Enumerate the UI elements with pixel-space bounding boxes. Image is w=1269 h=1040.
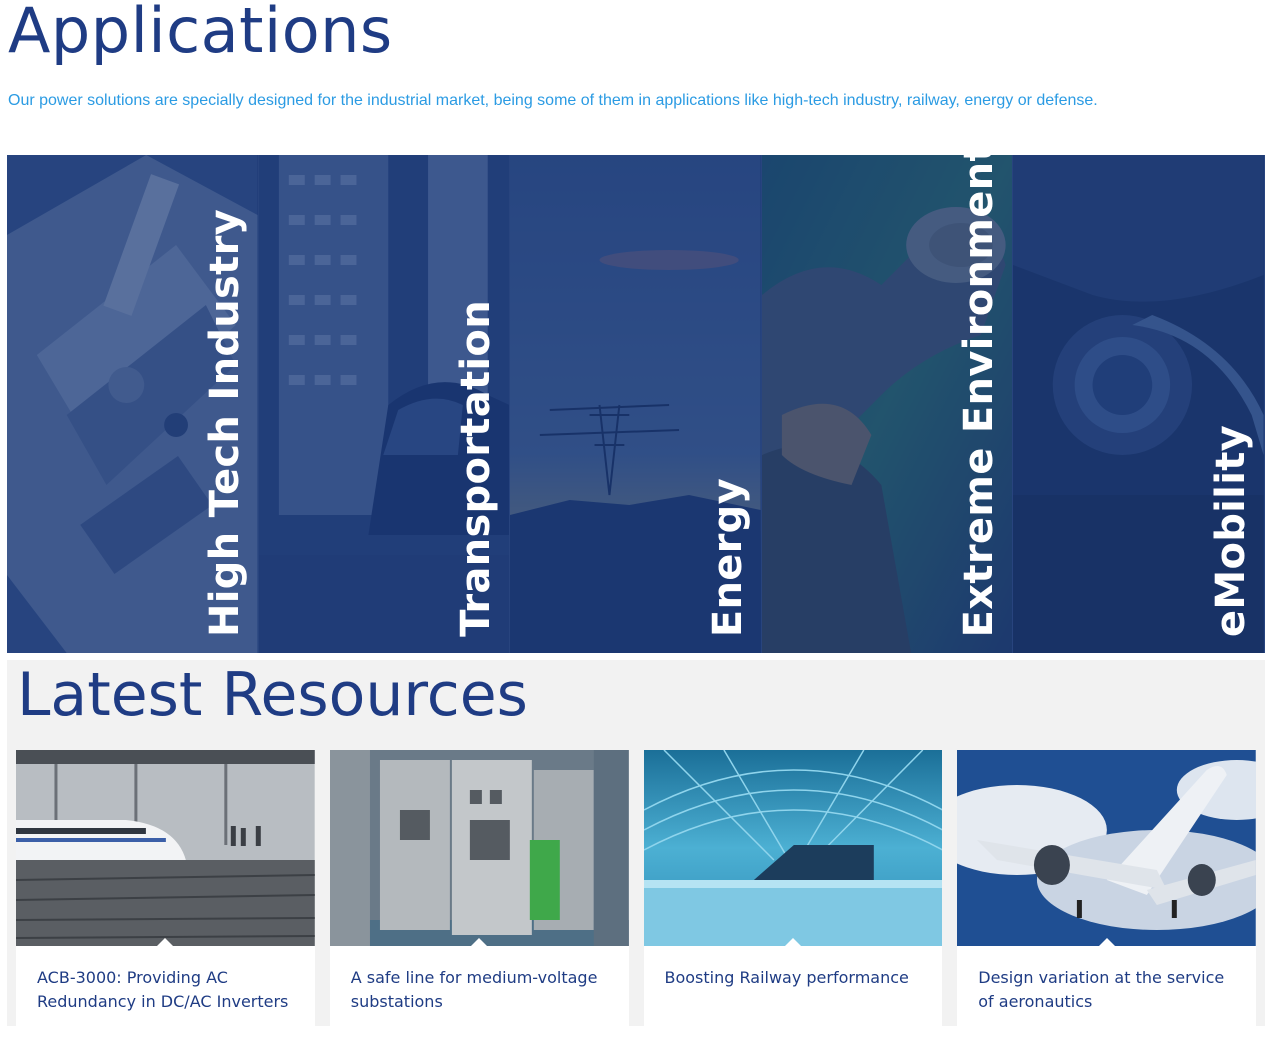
airplane-image	[957, 750, 1256, 946]
resource-card-acb-3000[interactable]: ACB-3000: Providing AC Redundancy in DC/…	[16, 750, 315, 1040]
app-panel-transportation[interactable]: Transportation	[258, 155, 511, 653]
app-panel-energy[interactable]: Energy	[510, 155, 762, 653]
railway-station-image	[643, 750, 943, 946]
card-title: Boosting Railway performance	[664, 968, 909, 987]
app-panel-high-tech-industry[interactable]: High Tech Industry	[7, 155, 259, 653]
page-intro: Our power solutions are specially design…	[8, 92, 1098, 109]
app-label: High Tech Industry	[201, 208, 248, 637]
app-panel-emobility[interactable]: eMobility	[1013, 155, 1265, 653]
app-label: Transportation	[453, 300, 500, 637]
app-label: Energy	[704, 477, 751, 637]
section-title: Latest Resources	[17, 660, 528, 730]
card-title: ACB-3000: Providing AC Redundancy in DC/…	[37, 968, 289, 1011]
resource-card-medium-voltage[interactable]: A safe line for medium-voltage substatio…	[329, 750, 629, 1040]
latest-resources-section: Latest Resources ACB-3000: Providing AC …	[7, 660, 1265, 1040]
page-title: Applications	[8, 0, 393, 67]
applications-panels: High Tech Industry Transportation Energy…	[7, 155, 1265, 653]
card-title: A safe line for medium-voltage substatio…	[350, 968, 598, 1011]
app-panel-extreme-environments[interactable]: Extreme Environments	[761, 155, 1014, 653]
card-title: Design variation at the service of aeron…	[978, 968, 1225, 1011]
app-label: eMobility	[1207, 424, 1254, 637]
train-station-image	[16, 750, 315, 946]
resource-cards: ACB-3000: Providing AC Redundancy in DC/…	[16, 750, 1256, 1040]
app-label: Extreme Environments	[956, 155, 1003, 637]
resource-card-aeronautics[interactable]: Design variation at the service of aeron…	[957, 750, 1256, 1040]
resource-card-railway-performance[interactable]: Boosting Railway performance	[643, 750, 943, 1040]
substation-image	[329, 750, 629, 946]
